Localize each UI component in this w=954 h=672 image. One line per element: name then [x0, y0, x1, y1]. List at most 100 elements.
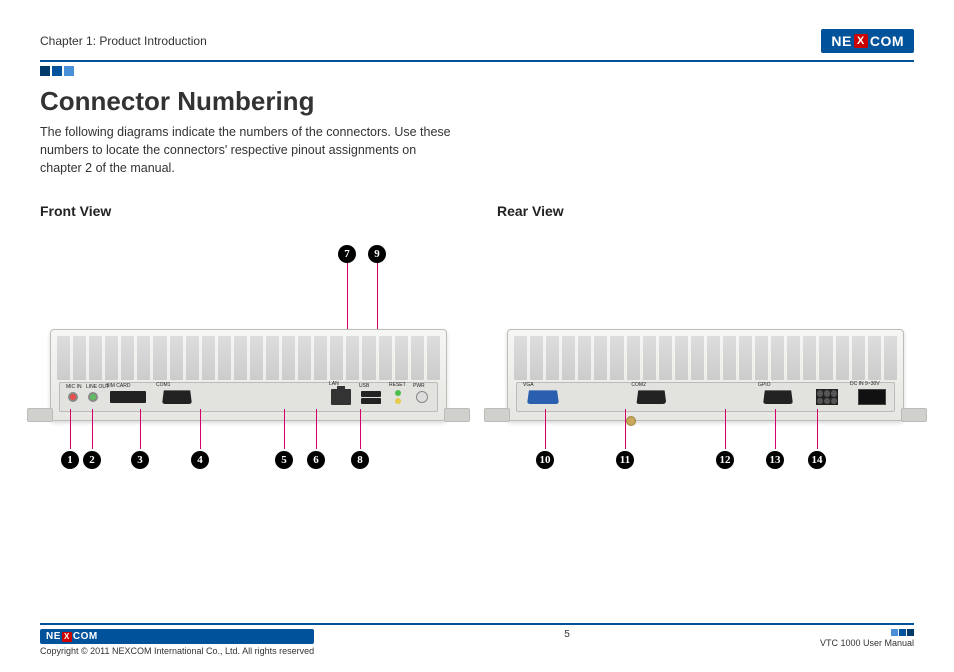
brand-pre: NE	[831, 33, 851, 49]
heatsink-fins	[57, 336, 440, 380]
usb-stack-icon	[361, 391, 381, 404]
callout-14: 14	[808, 451, 826, 469]
callout-5: 5	[275, 451, 293, 469]
vga-label: VGA	[523, 382, 534, 388]
gpio-label: GPIO	[758, 382, 771, 388]
antenna-connector-icon	[626, 416, 636, 426]
decor-squares	[40, 66, 914, 76]
front-device: MIC IN LINE OUT SIM CARD COM1	[50, 329, 447, 421]
heatsink-fins-rear	[514, 336, 897, 380]
leader-2	[92, 409, 93, 449]
led-power-icon	[395, 398, 401, 404]
mount-bracket-left-rear	[484, 408, 510, 422]
callout-13: 13	[766, 451, 784, 469]
brand-x-icon: X	[854, 34, 868, 48]
sim-label: SIM CARD	[106, 383, 130, 389]
dc-out-port	[814, 389, 840, 405]
callout-9: 9	[368, 245, 386, 263]
callout-4: 4	[191, 451, 209, 469]
callout-10: 10	[536, 451, 554, 469]
rear-device-wrap: VGA COM2 GPIO	[497, 289, 914, 499]
callout-6: 6	[307, 451, 325, 469]
callout-11: 11	[616, 451, 634, 469]
footer-brand-post: COM	[73, 631, 98, 642]
dc-in-port: DC IN 9~30V	[856, 389, 888, 405]
vga-icon	[527, 390, 559, 404]
pwr-label: PWR	[413, 383, 425, 389]
leader-4	[200, 409, 201, 449]
front-panel: MIC IN LINE OUT SIM CARD COM1	[59, 382, 438, 412]
gpio-port: GPIO	[758, 390, 798, 404]
mount-bracket-right-rear	[901, 408, 927, 422]
line-out-jack: LINE OUT	[86, 392, 100, 402]
callout-7: 7	[338, 245, 356, 263]
leader-13	[775, 409, 776, 449]
dc-out-icon	[816, 389, 838, 405]
page-number: 5	[564, 629, 570, 640]
lan-port: LAN	[329, 389, 353, 405]
usb-label: USB	[359, 383, 369, 389]
front-view-section: Front View 7 9 MIC IN LINE	[40, 203, 457, 499]
db9-icon	[162, 390, 192, 404]
intro-paragraph: The following diagrams indicate the numb…	[40, 123, 460, 177]
mount-bracket-right	[444, 408, 470, 422]
dcin-label: DC IN 9~30V	[850, 381, 880, 387]
copyright-text: Copyright © 2011 NEXCOM International Co…	[40, 646, 314, 656]
footer-brand-x-icon: X	[62, 632, 72, 642]
leader-1	[70, 409, 71, 449]
rear-view-section: Rear View VGA COM2	[497, 203, 914, 499]
callout-8: 8	[351, 451, 369, 469]
usb-ports: USB	[359, 391, 383, 404]
leader-3	[140, 409, 141, 449]
rj45-icon	[331, 389, 351, 405]
leader-10	[545, 409, 546, 449]
dc-in-icon	[858, 389, 886, 405]
leader-11	[625, 409, 626, 449]
footer-brand-pre: NE	[46, 631, 61, 642]
com1-port: COM1	[156, 390, 198, 404]
callout-12: 12	[716, 451, 734, 469]
page-title: Connector Numbering	[40, 86, 914, 117]
vga-port: VGA	[523, 390, 563, 404]
rear-panel: VGA COM2 GPIO	[516, 382, 895, 412]
mic-label: MIC IN	[66, 384, 82, 390]
com1-label: COM1	[156, 382, 170, 388]
power-button: PWR	[413, 391, 431, 403]
leader-8	[360, 409, 361, 449]
views-row: Front View 7 9 MIC IN LINE	[40, 203, 914, 499]
front-device-wrap: 7 9 MIC IN LINE OUT	[40, 289, 457, 499]
footer-right: VTC 1000 User Manual	[820, 629, 914, 648]
power-button-icon	[416, 391, 428, 403]
leader-12	[725, 409, 726, 449]
audio-jack-red-icon	[68, 392, 78, 402]
header-divider	[40, 60, 914, 62]
leader-6	[316, 409, 317, 449]
gpio-icon	[763, 390, 793, 404]
callout-2: 2	[83, 451, 101, 469]
reset-label: RESET	[389, 382, 406, 388]
footer-doc-title: VTC 1000 User Manual	[820, 638, 914, 648]
leader-5	[284, 409, 285, 449]
callout-3: 3	[131, 451, 149, 469]
rear-view-heading: Rear View	[497, 203, 914, 219]
mic-in-jack: MIC IN	[66, 392, 80, 402]
footer-logo: NE X COM	[40, 629, 314, 644]
brand-post: COM	[870, 33, 904, 49]
mount-bracket-left	[27, 408, 53, 422]
sim-slot-icon	[110, 391, 146, 403]
com2-label: COM2	[631, 382, 645, 388]
page-header: Chapter 1: Product Introduction NE X COM	[40, 26, 914, 56]
callout-1: 1	[61, 451, 79, 469]
footer-left: NE X COM Copyright © 2011 NEXCOM Interna…	[40, 629, 314, 656]
chapter-label: Chapter 1: Product Introduction	[40, 34, 207, 48]
leader-14	[817, 409, 818, 449]
rear-device: VGA COM2 GPIO	[507, 329, 904, 421]
front-view-heading: Front View	[40, 203, 457, 219]
sim-slot: SIM CARD	[106, 391, 150, 403]
db9-icon-rear	[636, 390, 666, 404]
audio-jack-green-icon	[88, 392, 98, 402]
led-hdd-icon	[395, 390, 401, 396]
footer-decor-squares	[891, 629, 914, 636]
page-footer: NE X COM Copyright © 2011 NEXCOM Interna…	[40, 623, 914, 656]
reset-leds: RESET	[389, 390, 407, 404]
